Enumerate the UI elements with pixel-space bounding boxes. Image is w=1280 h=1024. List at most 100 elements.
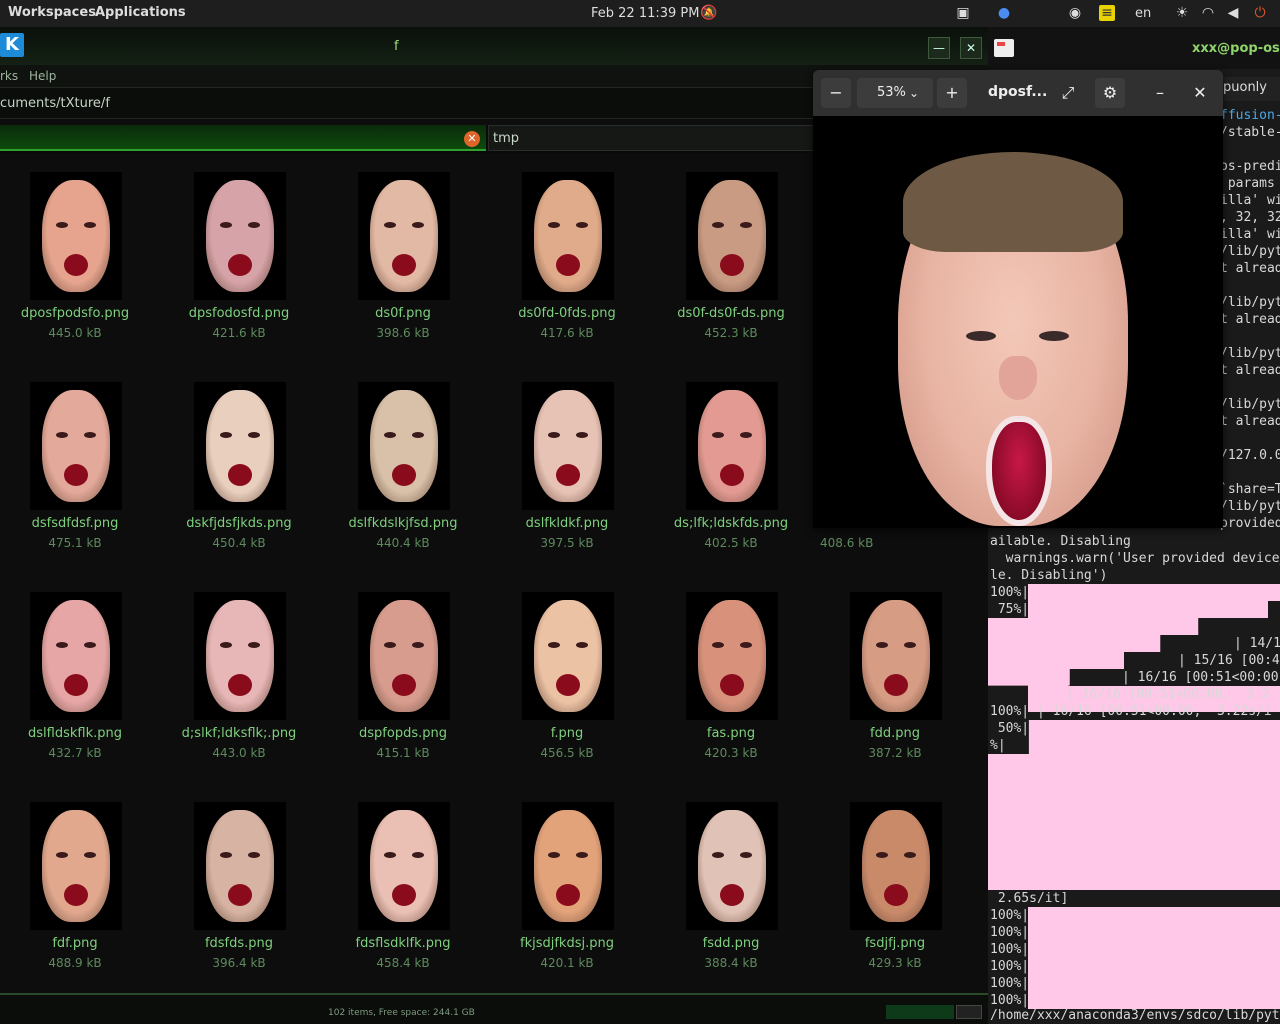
file-name: fdd.png [870, 726, 920, 741]
terminal-tab[interactable]: puonly [1220, 77, 1280, 101]
file-item[interactable]: dslfkdslkjfsd.png 440.4 kB [328, 382, 478, 562]
viewer-image[interactable] [813, 116, 1223, 528]
viewer-headerbar[interactable]: − 53% ⌄ + dposf... ⤢ ⚙ – ✕ [813, 70, 1223, 116]
file-size: 488.9 kB [48, 956, 102, 970]
minimize-button[interactable]: — [928, 37, 950, 59]
eye-shape [84, 852, 96, 858]
clock[interactable]: Feb 22 11:39 PM [591, 6, 699, 21]
terminal-titlebar[interactable]: xxx@pop-os: ~ [988, 27, 1280, 69]
mouth-shape [228, 674, 252, 696]
zoom-in-button[interactable]: + [937, 78, 967, 108]
file-item[interactable]: ds0f.png 398.6 kB [328, 172, 478, 352]
close-tab-icon[interactable]: ✕ [464, 131, 480, 147]
eye-shape [712, 222, 724, 228]
file-thumbnail [686, 172, 778, 300]
brightness-icon[interactable]: ☀ [1174, 5, 1190, 21]
file-size: 396.4 kB [212, 956, 266, 970]
file-manager-app-icon: K [0, 33, 24, 57]
eye-shape [248, 852, 260, 858]
fullscreen-button[interactable]: ⤢ [1053, 78, 1083, 108]
hair-shape [903, 152, 1123, 252]
file-item[interactable]: ds0fd-0fds.png 417.6 kB [492, 172, 642, 352]
eye-shape [904, 642, 916, 648]
minimize-button[interactable]: – [1145, 78, 1175, 108]
status-text: 102 items, Free space: 244.1 GB [328, 1008, 475, 1018]
mouth-shape [64, 254, 88, 276]
browser-icon[interactable]: ● [996, 5, 1012, 21]
workspaces-button[interactable]: Workspaces [8, 5, 96, 20]
terminal-line: ffusion- [1220, 108, 1280, 123]
file-name: fkjsdjfkdsj.png [520, 936, 614, 951]
menu-bookmarks[interactable]: rks [0, 69, 18, 83]
mouth-shape [720, 254, 744, 276]
file-item[interactable]: fsdd.png 388.4 kB [656, 802, 806, 982]
file-name: fsdjfj.png [864, 936, 926, 951]
file-size: 450.4 kB [212, 536, 266, 550]
wifi-icon[interactable]: ◠ [1200, 5, 1216, 21]
bell-muted-icon[interactable]: 🔕 [700, 5, 717, 21]
file-item[interactable]: dslfldskflk.png 432.7 kB [0, 592, 150, 772]
file-size: 397.5 kB [540, 536, 594, 550]
file-thumbnail [358, 802, 450, 930]
file-thumbnail [30, 382, 122, 510]
file-item[interactable]: f.png 456.5 kB [492, 592, 642, 772]
zoom-out-button[interactable]: − [821, 78, 851, 108]
screenshot-icon[interactable]: ▣ [955, 5, 971, 21]
file-name: ds0f.png [375, 306, 431, 321]
file-name: dslfkldkf.png [525, 516, 609, 531]
menu-help[interactable]: Help [29, 69, 56, 83]
file-item[interactable]: fdsfds.png 396.4 kB [164, 802, 314, 982]
file-item[interactable]: dslfkldkf.png 397.5 kB [492, 382, 642, 562]
file-item[interactable]: fdd.png 387.2 kB [820, 592, 970, 772]
settings-button[interactable]: ⚙ [1095, 78, 1125, 108]
file-item[interactable]: fas.png 420.3 kB [656, 592, 806, 772]
eye-shape [384, 432, 396, 438]
file-item[interactable]: dspfopds.png 415.1 kB [328, 592, 478, 772]
progress-line: 100%| [990, 942, 1030, 957]
file-size: 432.7 kB [48, 746, 102, 760]
file-item[interactable]: fdf.png 488.9 kB [0, 802, 150, 982]
applications-button[interactable]: Applications [95, 5, 186, 20]
file-thumbnail [194, 802, 286, 930]
terminal-line: le. Disabling') [990, 568, 1108, 583]
file-item[interactable]: d;slkf;ldksflk;.png 443.0 kB [164, 592, 314, 772]
file-item[interactable]: dposfpodsfo.png 445.0 kB [0, 172, 150, 352]
file-item[interactable]: dsfsdfdsf.png 475.1 kB [0, 382, 150, 562]
file-item[interactable]: ds0f-ds0f-ds.png 452.3 kB [656, 172, 806, 352]
eye-shape [384, 222, 396, 228]
window-titlebar[interactable]: K f — ✕ [0, 27, 988, 65]
file-item[interactable]: fdsflsdklfk.png 458.4 kB [328, 802, 478, 982]
file-item[interactable]: dskfjdsfjkds.png 450.4 kB [164, 382, 314, 562]
mouth-shape [64, 674, 88, 696]
mouth-shape [720, 674, 744, 696]
close-button[interactable]: ✕ [960, 37, 982, 59]
notes-icon[interactable]: ≡ [1099, 5, 1115, 21]
discord-icon[interactable]: ◉ [1067, 5, 1083, 21]
file-name: dslfldskflk.png [28, 726, 122, 741]
file-name: fsdd.png [702, 936, 760, 951]
file-item[interactable]: ds;lfk;ldskfds.png 402.5 kB [656, 382, 806, 562]
eye-shape [548, 852, 560, 858]
tab-f[interactable]: ✕ [0, 125, 486, 151]
terminal-line: /lib/pyt [1220, 244, 1280, 259]
file-thumbnail [194, 592, 286, 720]
volume-icon[interactable]: ◀ [1225, 5, 1241, 21]
file-item[interactable]: fkjsdjfkdsj.png 420.1 kB [492, 802, 642, 982]
zoom-level: 53% [877, 85, 906, 100]
power-icon[interactable]: ⏻ [1252, 5, 1268, 21]
file-size: 475.1 kB [48, 536, 102, 550]
zoom-slider[interactable] [956, 1005, 982, 1019]
eye-shape [220, 222, 232, 228]
file-thumbnail [522, 382, 614, 510]
file-item[interactable]: fsdjfj.png 429.3 kB [820, 802, 970, 982]
eye-shape [84, 222, 96, 228]
zoom-level-dropdown[interactable]: 53% ⌄ [857, 78, 933, 108]
eye-shape [220, 432, 232, 438]
terminal-line: 2.65s/it] [990, 891, 1069, 906]
file-item[interactable]: dpsfodosfd.png 421.6 kB [164, 172, 314, 352]
language-indicator[interactable]: en [1135, 6, 1151, 21]
mouth-shape [556, 464, 580, 486]
file-name: ds0fd-0fds.png [518, 306, 616, 321]
close-button[interactable]: ✕ [1185, 78, 1215, 108]
eye-shape [56, 642, 68, 648]
